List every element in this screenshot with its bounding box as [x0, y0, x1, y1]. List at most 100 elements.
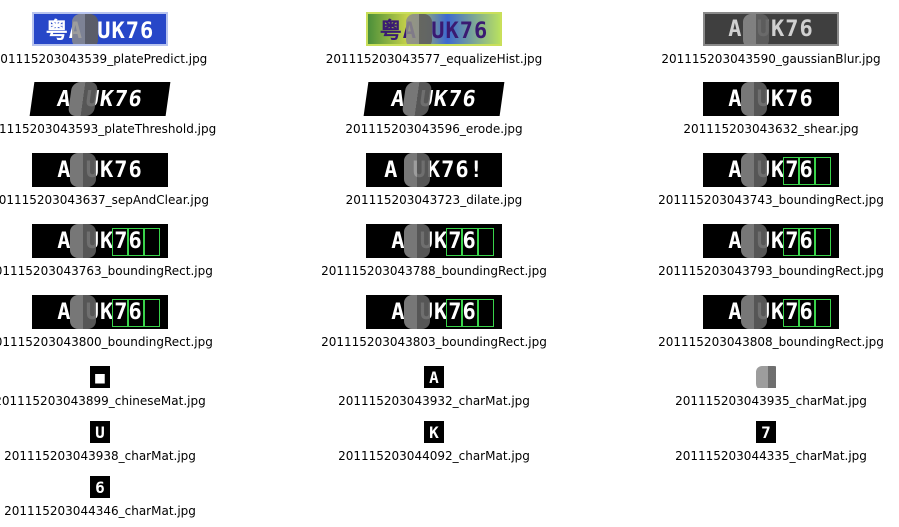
redaction-mosaic	[70, 295, 96, 329]
bounding-rect	[112, 299, 128, 327]
bounding-rect	[783, 228, 799, 256]
file-item[interactable]: A UK76 201115203043788_boundingRect.jpg	[284, 224, 584, 278]
file-name-label[interactable]: 201115203043793_boundingRect.jpg	[621, 264, 899, 278]
redaction-mosaic	[401, 82, 433, 116]
image-thumbnail[interactable]: A UK76	[32, 153, 168, 187]
thumbnail-glyph: 6	[95, 477, 105, 497]
bounding-rect	[783, 157, 799, 185]
bounding-rect	[462, 299, 478, 327]
thumbnail-glyph: A UK76!	[384, 157, 484, 183]
image-thumbnail[interactable]: 6	[90, 476, 110, 498]
image-thumbnail[interactable]: A UK76	[703, 153, 839, 187]
file-item[interactable]: 粤A UK76 201115203043539_platePredict.jpg	[0, 12, 250, 66]
file-item[interactable]: A UK76 201115203043743_boundingRect.jpg	[621, 153, 899, 207]
image-thumbnail[interactable]: A UK76	[703, 224, 839, 258]
bounding-rect	[446, 299, 462, 327]
redaction-mosaic	[70, 224, 96, 258]
image-thumbnail[interactable]: U	[90, 421, 110, 443]
image-thumbnail[interactable]: A UK76	[32, 295, 168, 329]
file-name-label[interactable]: 201115203043637_sepAndClear.jpg	[0, 193, 250, 207]
file-item[interactable]: ■ 201115203043899_chineseMat.jpg	[0, 366, 250, 408]
file-name-label[interactable]: 201115203043800_boundingRect.jpg	[0, 335, 250, 349]
file-item[interactable]: A 201115203043932_charMat.jpg	[284, 366, 584, 408]
file-name-label[interactable]: 201115203043593_plateThreshold.jpg	[0, 122, 250, 136]
bounding-rect	[815, 299, 831, 327]
image-thumbnail[interactable]: A UK76	[29, 82, 171, 116]
redaction-mosaic	[406, 14, 432, 44]
file-name-label[interactable]: 201115203043539_platePredict.jpg	[0, 52, 250, 66]
file-name-label[interactable]: 201115203043577_equalizeHist.jpg	[284, 52, 584, 66]
bounding-rect	[478, 299, 494, 327]
file-item[interactable]: 201115203043935_charMat.jpg	[621, 366, 899, 408]
redaction-mosaic	[741, 82, 767, 116]
image-thumbnail[interactable]: A UK76	[32, 224, 168, 258]
image-thumbnail[interactable]: A UK76	[363, 82, 505, 116]
file-name-label[interactable]: 201115203044335_charMat.jpg	[621, 449, 899, 463]
file-item[interactable]: 6 201115203044346_charMat.jpg	[0, 476, 250, 518]
file-item[interactable]: A UK76 201115203043808_boundingRect.jpg	[621, 295, 899, 349]
bounding-rect	[144, 299, 160, 327]
file-name-label[interactable]: 201115203043899_chineseMat.jpg	[0, 394, 250, 408]
file-item[interactable]: A UK76 201115203043763_boundingRect.jpg	[0, 224, 250, 278]
image-thumbnail[interactable]: A UK76	[703, 82, 839, 116]
image-thumbnail[interactable]: 粤A UK76	[366, 12, 502, 46]
file-item[interactable]: A UK76 201115203043596_erode.jpg	[284, 82, 584, 136]
file-item[interactable]: A UK76! 201115203043723_dilate.jpg	[284, 153, 584, 207]
file-name-label[interactable]: 201115203043590_gaussianBlur.jpg	[621, 52, 899, 66]
thumbnail-glyph: U	[95, 422, 105, 442]
file-name-label[interactable]: 201115203043935_charMat.jpg	[621, 394, 899, 408]
redaction-mosaic	[70, 153, 96, 187]
redaction-mosaic	[756, 366, 776, 388]
file-item[interactable]: A UK76 201115203043590_gaussianBlur.jpg	[621, 12, 899, 66]
file-item[interactable]: A UK76 201115203043637_sepAndClear.jpg	[0, 153, 250, 207]
file-name-label[interactable]: 201115203043596_erode.jpg	[284, 122, 584, 136]
image-thumbnail[interactable]: A UK76	[703, 12, 839, 46]
file-item[interactable]: A UK76 201115203043593_plateThreshold.jpg	[0, 82, 250, 136]
bounding-rect	[112, 228, 128, 256]
redaction-mosaic	[741, 153, 767, 187]
bounding-rect	[144, 228, 160, 256]
image-thumbnail[interactable]: 7	[756, 421, 776, 443]
image-thumbnail[interactable]: 粤A UK76	[32, 12, 168, 46]
redaction-mosaic	[72, 14, 98, 44]
image-thumbnail[interactable]: A UK76	[366, 224, 502, 258]
file-name-label[interactable]: 201115203044346_charMat.jpg	[0, 504, 250, 518]
redaction-mosaic	[67, 82, 99, 116]
thumbnail-glyph: K	[429, 422, 439, 442]
file-item[interactable]: U 201115203043938_charMat.jpg	[0, 421, 250, 463]
file-name-label[interactable]: 201115203043932_charMat.jpg	[284, 394, 584, 408]
file-item[interactable]: A UK76 201115203043800_boundingRect.jpg	[0, 295, 250, 349]
image-thumbnail[interactable]: K	[424, 421, 444, 443]
file-item[interactable]: 粤A UK76 201115203043577_equalizeHist.jpg	[284, 12, 584, 66]
file-item[interactable]: A UK76 201115203043632_shear.jpg	[621, 82, 899, 136]
file-name-label[interactable]: 201115203043632_shear.jpg	[621, 122, 899, 136]
bounding-rect	[799, 157, 815, 185]
file-name-label[interactable]: 201115203043938_charMat.jpg	[0, 449, 250, 463]
redaction-mosaic	[743, 14, 769, 44]
image-thumbnail[interactable]	[756, 366, 776, 388]
redaction-mosaic	[404, 224, 430, 258]
thumbnail-glyph: A	[429, 367, 439, 387]
redaction-mosaic	[404, 295, 430, 329]
thumbnail-glyph: 粤A UK76	[45, 19, 155, 44]
bounding-rect	[799, 299, 815, 327]
file-name-label[interactable]: 201115203043808_boundingRect.jpg	[621, 335, 899, 349]
file-item[interactable]: 7 201115203044335_charMat.jpg	[621, 421, 899, 463]
image-thumbnail[interactable]: A UK76	[703, 295, 839, 329]
image-thumbnail[interactable]: A	[424, 366, 444, 388]
file-name-label[interactable]: 201115203043763_boundingRect.jpg	[0, 264, 250, 278]
file-name-label[interactable]: 201115203043743_boundingRect.jpg	[621, 193, 899, 207]
file-icon-grid: 粤A UK76 201115203043539_platePredict.jpg 粤…	[0, 0, 899, 527]
file-item[interactable]: A UK76 201115203043803_boundingRect.jpg	[284, 295, 584, 349]
image-thumbnail[interactable]: A UK76	[366, 295, 502, 329]
file-name-label[interactable]: 201115203043723_dilate.jpg	[284, 193, 584, 207]
file-name-label[interactable]: 201115203044092_charMat.jpg	[284, 449, 584, 463]
image-thumbnail[interactable]: ■	[90, 366, 110, 388]
file-item[interactable]: A UK76 201115203043793_boundingRect.jpg	[621, 224, 899, 278]
file-name-label[interactable]: 201115203043803_boundingRect.jpg	[284, 335, 584, 349]
bounding-rect	[799, 228, 815, 256]
file-name-label[interactable]: 201115203043788_boundingRect.jpg	[284, 264, 584, 278]
bounding-rect	[478, 228, 494, 256]
image-thumbnail[interactable]: A UK76!	[366, 153, 502, 187]
file-item[interactable]: K 201115203044092_charMat.jpg	[284, 421, 584, 463]
